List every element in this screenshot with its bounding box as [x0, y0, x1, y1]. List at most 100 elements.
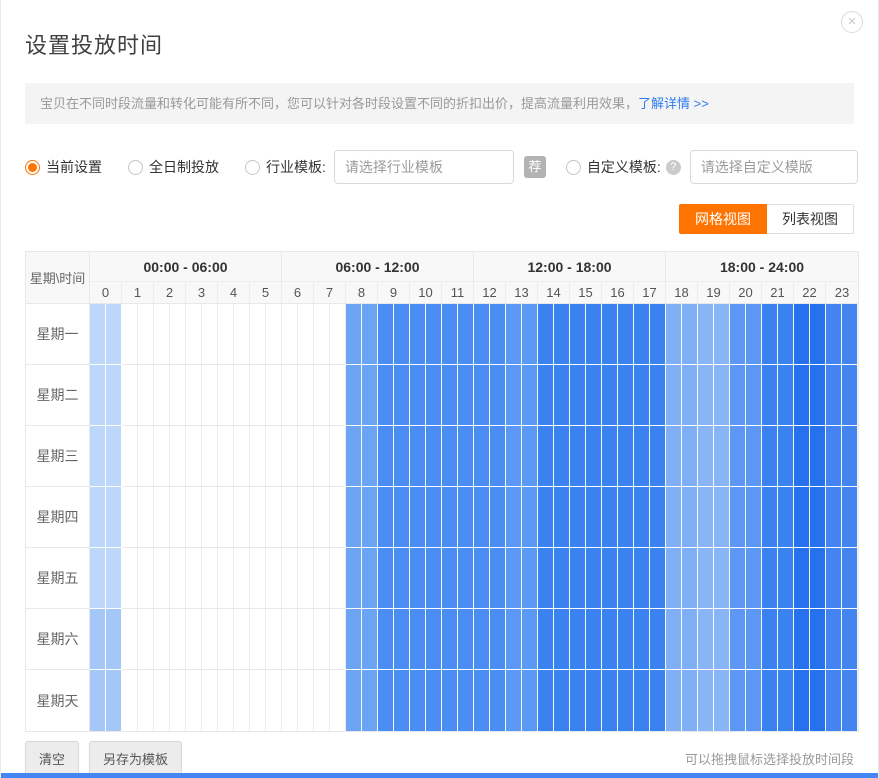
schedule-cell[interactable] [218, 487, 234, 548]
schedule-cell[interactable] [570, 670, 586, 731]
schedule-cell[interactable] [458, 365, 474, 426]
schedule-cell[interactable] [458, 487, 474, 548]
schedule-cell[interactable] [810, 548, 826, 609]
schedule-cell[interactable] [90, 304, 106, 365]
schedule-cell[interactable] [90, 548, 106, 609]
schedule-cell[interactable] [442, 426, 458, 487]
schedule-cell[interactable] [474, 426, 490, 487]
schedule-cell[interactable] [842, 670, 858, 731]
schedule-cell[interactable] [714, 609, 730, 670]
schedule-cell[interactable] [410, 304, 426, 365]
schedule-cell[interactable] [602, 304, 618, 365]
schedule-cell[interactable] [650, 365, 666, 426]
schedule-cell[interactable] [682, 365, 698, 426]
schedule-cell[interactable] [138, 609, 154, 670]
schedule-cell[interactable] [826, 670, 842, 731]
schedule-cell[interactable] [106, 670, 122, 731]
schedule-cell[interactable] [714, 548, 730, 609]
schedule-cell[interactable] [458, 304, 474, 365]
schedule-cell[interactable] [314, 670, 330, 731]
schedule-cell[interactable] [746, 548, 762, 609]
schedule-cell[interactable] [506, 609, 522, 670]
schedule-cell[interactable] [602, 548, 618, 609]
schedule-cell[interactable] [250, 304, 266, 365]
schedule-cell[interactable] [538, 670, 554, 731]
schedule-cell[interactable] [810, 609, 826, 670]
schedule-cell[interactable] [410, 609, 426, 670]
schedule-cell[interactable] [90, 426, 106, 487]
schedule-cell[interactable] [826, 548, 842, 609]
schedule-cell[interactable] [730, 548, 746, 609]
schedule-cell[interactable] [250, 609, 266, 670]
schedule-cell[interactable] [810, 365, 826, 426]
schedule-cell[interactable] [234, 426, 250, 487]
schedule-cell[interactable] [170, 426, 186, 487]
schedule-cell[interactable] [378, 426, 394, 487]
schedule-cell[interactable] [154, 487, 170, 548]
schedule-cell[interactable] [186, 365, 202, 426]
schedule-cell[interactable] [138, 670, 154, 731]
schedule-cell[interactable] [458, 548, 474, 609]
schedule-cell[interactable] [138, 548, 154, 609]
radio-current-setting[interactable]: 当前设置 [25, 157, 102, 177]
schedule-cell[interactable] [554, 426, 570, 487]
schedule-cell[interactable] [282, 487, 298, 548]
schedule-cell[interactable] [202, 548, 218, 609]
radio-icon-full-day[interactable] [128, 160, 143, 175]
schedule-cell[interactable] [330, 548, 346, 609]
schedule-cell[interactable] [602, 426, 618, 487]
schedule-cell[interactable] [506, 487, 522, 548]
radio-full-day[interactable]: 全日制投放 [128, 157, 219, 177]
schedule-cell[interactable] [394, 365, 410, 426]
schedule-cell[interactable] [634, 426, 650, 487]
schedule-cell[interactable] [554, 304, 570, 365]
schedule-cell[interactable] [442, 487, 458, 548]
schedule-cell[interactable] [634, 487, 650, 548]
schedule-cell[interactable] [650, 487, 666, 548]
close-icon[interactable]: × [841, 11, 863, 33]
schedule-cell[interactable] [298, 487, 314, 548]
schedule-cell[interactable] [490, 670, 506, 731]
schedule-cell[interactable] [106, 487, 122, 548]
schedule-cell[interactable] [282, 609, 298, 670]
schedule-cell[interactable] [490, 487, 506, 548]
schedule-cell[interactable] [298, 609, 314, 670]
schedule-cell[interactable] [634, 304, 650, 365]
schedule-cell[interactable] [474, 365, 490, 426]
schedule-cell[interactable] [794, 487, 810, 548]
schedule-cell[interactable] [634, 670, 650, 731]
learn-more-link[interactable]: 了解详情 >> [638, 96, 709, 111]
schedule-cell[interactable] [394, 670, 410, 731]
schedule-cell[interactable] [490, 304, 506, 365]
schedule-cell[interactable] [522, 670, 538, 731]
schedule-cell[interactable] [298, 426, 314, 487]
schedule-cell[interactable] [474, 670, 490, 731]
schedule-cell[interactable] [810, 487, 826, 548]
save-as-template-button[interactable]: 另存为模板 [89, 741, 182, 776]
schedule-cell[interactable] [746, 670, 762, 731]
schedule-cell[interactable] [554, 365, 570, 426]
schedule-cell[interactable] [298, 670, 314, 731]
schedule-cell[interactable] [474, 487, 490, 548]
schedule-cell[interactable] [522, 304, 538, 365]
schedule-cell[interactable] [362, 548, 378, 609]
schedule-cell[interactable] [762, 426, 778, 487]
schedule-cell[interactable] [778, 487, 794, 548]
schedule-cell[interactable] [106, 304, 122, 365]
schedule-cell[interactable] [714, 487, 730, 548]
schedule-cell[interactable] [698, 365, 714, 426]
schedule-cell[interactable] [346, 609, 362, 670]
schedule-cell[interactable] [234, 487, 250, 548]
schedule-cell[interactable] [618, 304, 634, 365]
schedule-cell[interactable] [186, 487, 202, 548]
schedule-cell[interactable] [826, 609, 842, 670]
schedule-cell[interactable] [218, 548, 234, 609]
schedule-cell[interactable] [458, 609, 474, 670]
radio-icon-industry[interactable] [245, 160, 260, 175]
radio-icon-current[interactable] [25, 160, 40, 175]
schedule-cell[interactable] [570, 548, 586, 609]
list-view-button[interactable]: 列表视图 [767, 204, 854, 234]
schedule-cell[interactable] [218, 304, 234, 365]
schedule-cell[interactable] [714, 365, 730, 426]
schedule-cell[interactable] [202, 304, 218, 365]
